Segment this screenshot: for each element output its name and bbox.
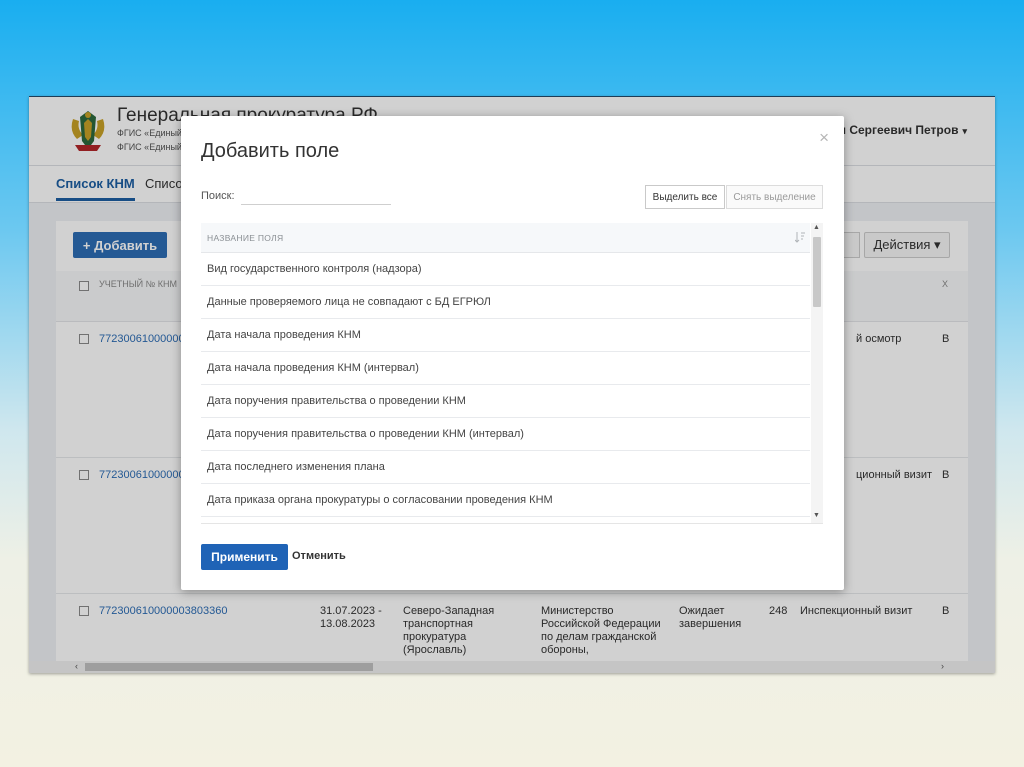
search-label: Поиск:: [201, 190, 235, 202]
add-field-dialog: Добавить поле × Поиск: Выделить все Снят…: [181, 116, 844, 590]
field-item[interactable]: Дата последнего изменения плана: [201, 451, 810, 484]
vertical-scroll-thumb[interactable]: [813, 237, 821, 307]
field-item[interactable]: Дата начала проведения КНМ: [201, 319, 810, 352]
scroll-down-icon[interactable]: ▼: [813, 512, 820, 519]
apply-button[interactable]: Применить: [201, 544, 288, 570]
field-list-header: НАЗВАНИЕ ПОЛЯ: [201, 223, 810, 253]
field-item[interactable]: Вид государственного контроля (надзора): [201, 253, 810, 286]
field-item[interactable]: Дата начала проведения КНМ (интервал): [201, 352, 810, 385]
sort-icon[interactable]: [795, 231, 805, 243]
deselect-all-button[interactable]: Снять выделение: [726, 185, 823, 209]
field-list-header-label: НАЗВАНИЕ ПОЛЯ: [207, 233, 284, 243]
cancel-button[interactable]: Отменить: [292, 550, 346, 562]
vertical-scrollbar[interactable]: ▲ ▼: [811, 223, 823, 523]
close-icon[interactable]: ×: [819, 128, 829, 148]
search-input[interactable]: [241, 188, 391, 205]
select-all-button[interactable]: Выделить все: [645, 185, 725, 209]
field-rows: Вид государственного контроля (надзора) …: [201, 253, 810, 517]
field-item[interactable]: Дата приказа органа прокуратуры о соглас…: [201, 484, 810, 517]
dialog-title: Добавить поле: [201, 140, 340, 162]
field-item[interactable]: Дата поручения правительства о проведени…: [201, 418, 810, 451]
scroll-up-icon[interactable]: ▲: [813, 224, 820, 231]
field-item[interactable]: Данные проверяемого лица не совпадают с …: [201, 286, 810, 319]
field-list: НАЗВАНИЕ ПОЛЯ Вид государственного контр…: [201, 223, 823, 524]
field-item[interactable]: Дата поручения правительства о проведени…: [201, 385, 810, 418]
